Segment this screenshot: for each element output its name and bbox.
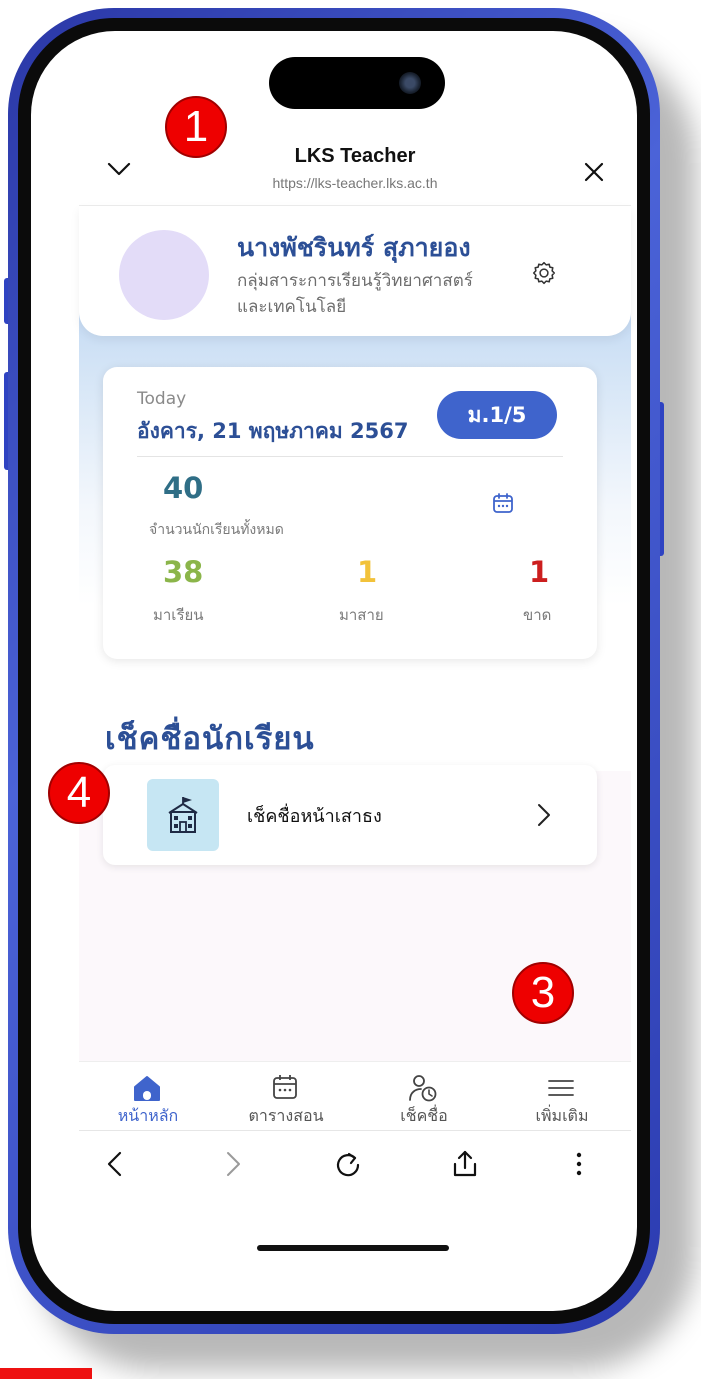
present-label: มาเรียน: [153, 606, 204, 624]
nav-label-schedule: ตารางสอน: [248, 1106, 324, 1125]
class-select-button[interactable]: ม.1/5: [437, 391, 557, 439]
school-icon: [168, 797, 198, 833]
calendar-icon[interactable]: [491, 491, 515, 519]
nav-label-checkin: เช็คชื่อ: [400, 1106, 448, 1125]
school-tile: [147, 779, 219, 851]
more-options-icon[interactable]: [575, 1149, 583, 1183]
card-divider: [137, 456, 563, 457]
nav-label-more: เพิ่มเติม: [535, 1106, 589, 1125]
annotation-badge-3: 3: [512, 962, 574, 1024]
total-students-label: จำนวนนักเรียนทั้งหมด: [149, 522, 284, 538]
browser-url: https://lks-teacher.lks.ac.th: [272, 175, 438, 191]
present-count: 38: [163, 555, 204, 589]
close-icon[interactable]: [583, 161, 605, 187]
teacher-department: กลุ่มสาระการเรียนรู้วิทยาศาสตร์และเทคโนโ…: [237, 271, 473, 317]
attendance-summary-card: Today อังคาร, 21 พฤษภาคม 2567 ม.1/5 40 จ…: [103, 367, 597, 659]
annotation-badge-4: 4: [48, 762, 110, 824]
nav-item-schedule[interactable]: ตารางสอน: [217, 1062, 355, 1130]
absent-label: ขาด: [523, 606, 552, 624]
calendar-icon: [273, 1075, 297, 1099]
home-icon: [134, 1076, 160, 1101]
phone-screen: LKS Teacher https://lks-teacher.lks.ac.t…: [31, 31, 637, 1311]
nav-item-checkin[interactable]: เช็คชื่อ: [355, 1062, 493, 1130]
absent-count: 1: [529, 555, 550, 589]
user-clock-icon: [409, 1075, 437, 1102]
late-label: มาสาย: [339, 606, 384, 624]
chevron-right-icon: [537, 803, 551, 831]
section-title: เช็คชื่อนักเรียน: [105, 721, 315, 757]
back-icon[interactable]: [105, 1149, 125, 1183]
share-icon[interactable]: [451, 1149, 479, 1183]
home-indicator: [257, 1245, 449, 1251]
total-students-count: 40: [163, 471, 204, 505]
browser-top-bar: LKS Teacher https://lks-teacher.lks.ac.t…: [79, 131, 631, 206]
gear-icon[interactable]: [531, 260, 557, 290]
menu-icon: [548, 1080, 574, 1096]
bottom-navigation: หน้าหลัก ตารางสอน เช็คชื่อ เพิ่มเติม: [79, 1061, 631, 1131]
browser-toolbar: [79, 1131, 631, 1211]
late-count: 1: [357, 555, 378, 589]
teacher-name: นางพัชรินทร์ สุภายอง: [237, 233, 471, 262]
annotation-badge-1: 1: [165, 96, 227, 158]
avatar[interactable]: [119, 230, 209, 320]
flag-pole-checkin-item[interactable]: เช็คชื่อหน้าเสาธง: [103, 765, 597, 865]
profile-card: นางพัชรินทร์ สุภายอง กลุ่มสาระการเรียนรู…: [79, 206, 631, 336]
current-date: อังคาร, 21 พฤษภาคม 2567: [137, 419, 409, 443]
camera-lens: [399, 72, 421, 94]
phone-frame: LKS Teacher https://lks-teacher.lks.ac.t…: [8, 8, 660, 1334]
red-strip-decoration: [0, 1368, 92, 1379]
nav-label-home: หน้าหลัก: [117, 1106, 179, 1125]
checkin-item-label: เช็คชื่อหน้าเสาธง: [247, 806, 382, 827]
browser-title: LKS Teacher: [294, 145, 416, 167]
nav-item-more[interactable]: เพิ่มเติม: [493, 1062, 631, 1130]
dynamic-island: [269, 57, 445, 109]
forward-icon[interactable]: [223, 1149, 243, 1183]
reload-icon[interactable]: [333, 1149, 363, 1183]
nav-item-home[interactable]: หน้าหลัก: [79, 1062, 217, 1130]
today-label: Today: [137, 389, 187, 409]
phone-bezel: LKS Teacher https://lks-teacher.lks.ac.t…: [18, 18, 650, 1324]
